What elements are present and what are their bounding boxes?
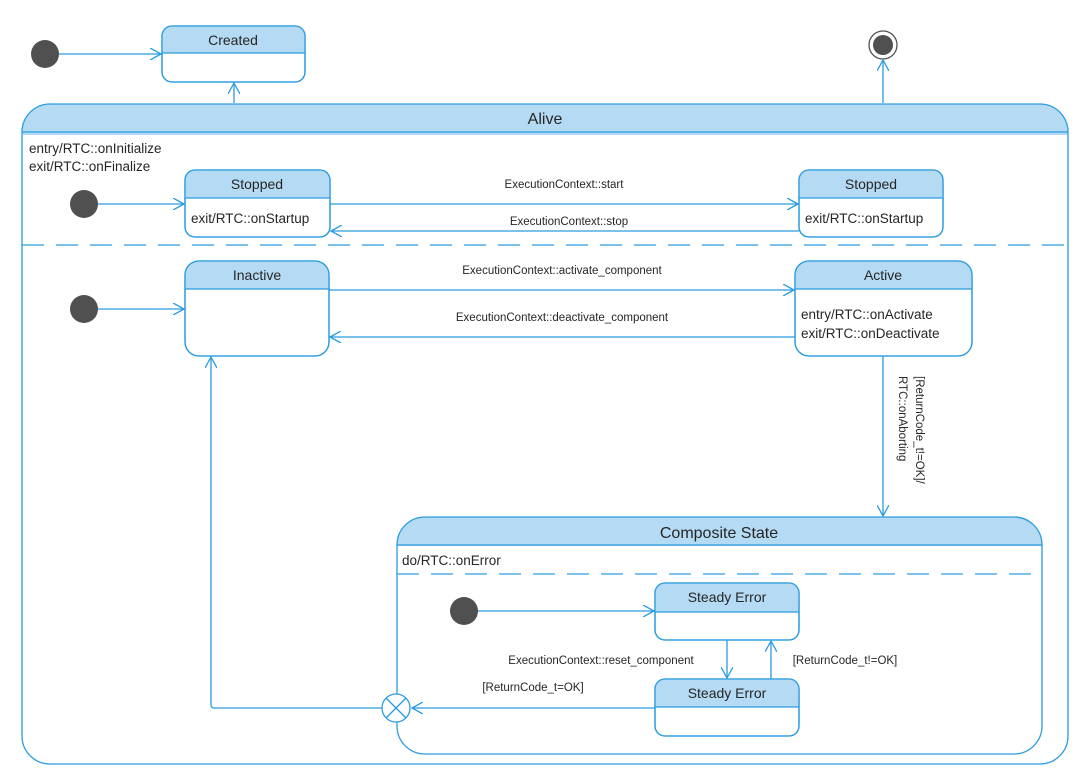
state-title: Inactive [233,267,281,283]
transition-exit-inactive [211,357,382,709]
transition-label-stop: ExecutionContext::stop [510,216,628,228]
final-state [868,30,898,60]
initial-pseudostate-top [31,40,59,68]
state-title: Steady Error [688,589,767,605]
state-title: Alive [528,111,563,128]
state-steady-error-bottom[interactable]: Steady Error [654,678,800,737]
state-active[interactable]: Active entry/RTC::onActivate exit/RTC::o… [794,260,973,357]
transition-label-reset: ExecutionContext::reset_component [508,655,694,667]
alive-exit-action: exit/RTC::onFinalize [29,159,150,174]
state-title: Created [208,32,258,48]
composite-do-action: do/RTC::onError [402,553,501,568]
transition-label-start: ExecutionContext::start [505,179,625,191]
state-title: Steady Error [688,685,767,701]
state-exit-action: exit/RTC::onStartup [191,211,309,226]
exit-point-pseudostate [381,693,411,723]
state-title: Stopped [231,176,283,192]
state-exit-action: exit/RTC::onStartup [805,211,923,226]
state-exit-action: exit/RTC::onDeactivate [801,326,940,341]
state-title: Active [864,267,902,283]
transition-label-activate: ExecutionContext::activate_component [462,265,662,277]
transition-label-deactivate: ExecutionContext::deactivate_component [456,312,669,324]
transition-label-ok: [ReturnCode_t=OK] [482,682,583,694]
initial-pseudostate-stopped [70,190,98,218]
transition-label-aborting-guard: [ReturnCode_t!=OK]/ [913,376,925,485]
state-created[interactable]: Created [161,25,306,83]
state-steady-error-top[interactable]: Steady Error [654,582,800,641]
transition-label-aborting-action: RTC::onAborting [896,376,908,461]
state-title: Stopped [845,176,897,192]
state-stopped-right[interactable]: Stopped exit/RTC::onStartup [798,169,944,238]
state-entry-action: entry/RTC::onActivate [801,307,933,322]
state-diagram: Created Alive entry/RTC::onInitialize ex… [21,25,1069,765]
state-title: Composite State [660,525,778,542]
alive-entry-action: entry/RTC::onInitialize [29,141,162,156]
state-stopped-left[interactable]: Stopped exit/RTC::onStartup [184,169,331,238]
transition-label-not-ok: [ReturnCode_t!=OK] [793,655,898,667]
state-inactive[interactable]: Inactive [184,260,330,357]
initial-pseudostate-inactive [70,295,98,323]
initial-pseudostate-composite [450,597,478,625]
